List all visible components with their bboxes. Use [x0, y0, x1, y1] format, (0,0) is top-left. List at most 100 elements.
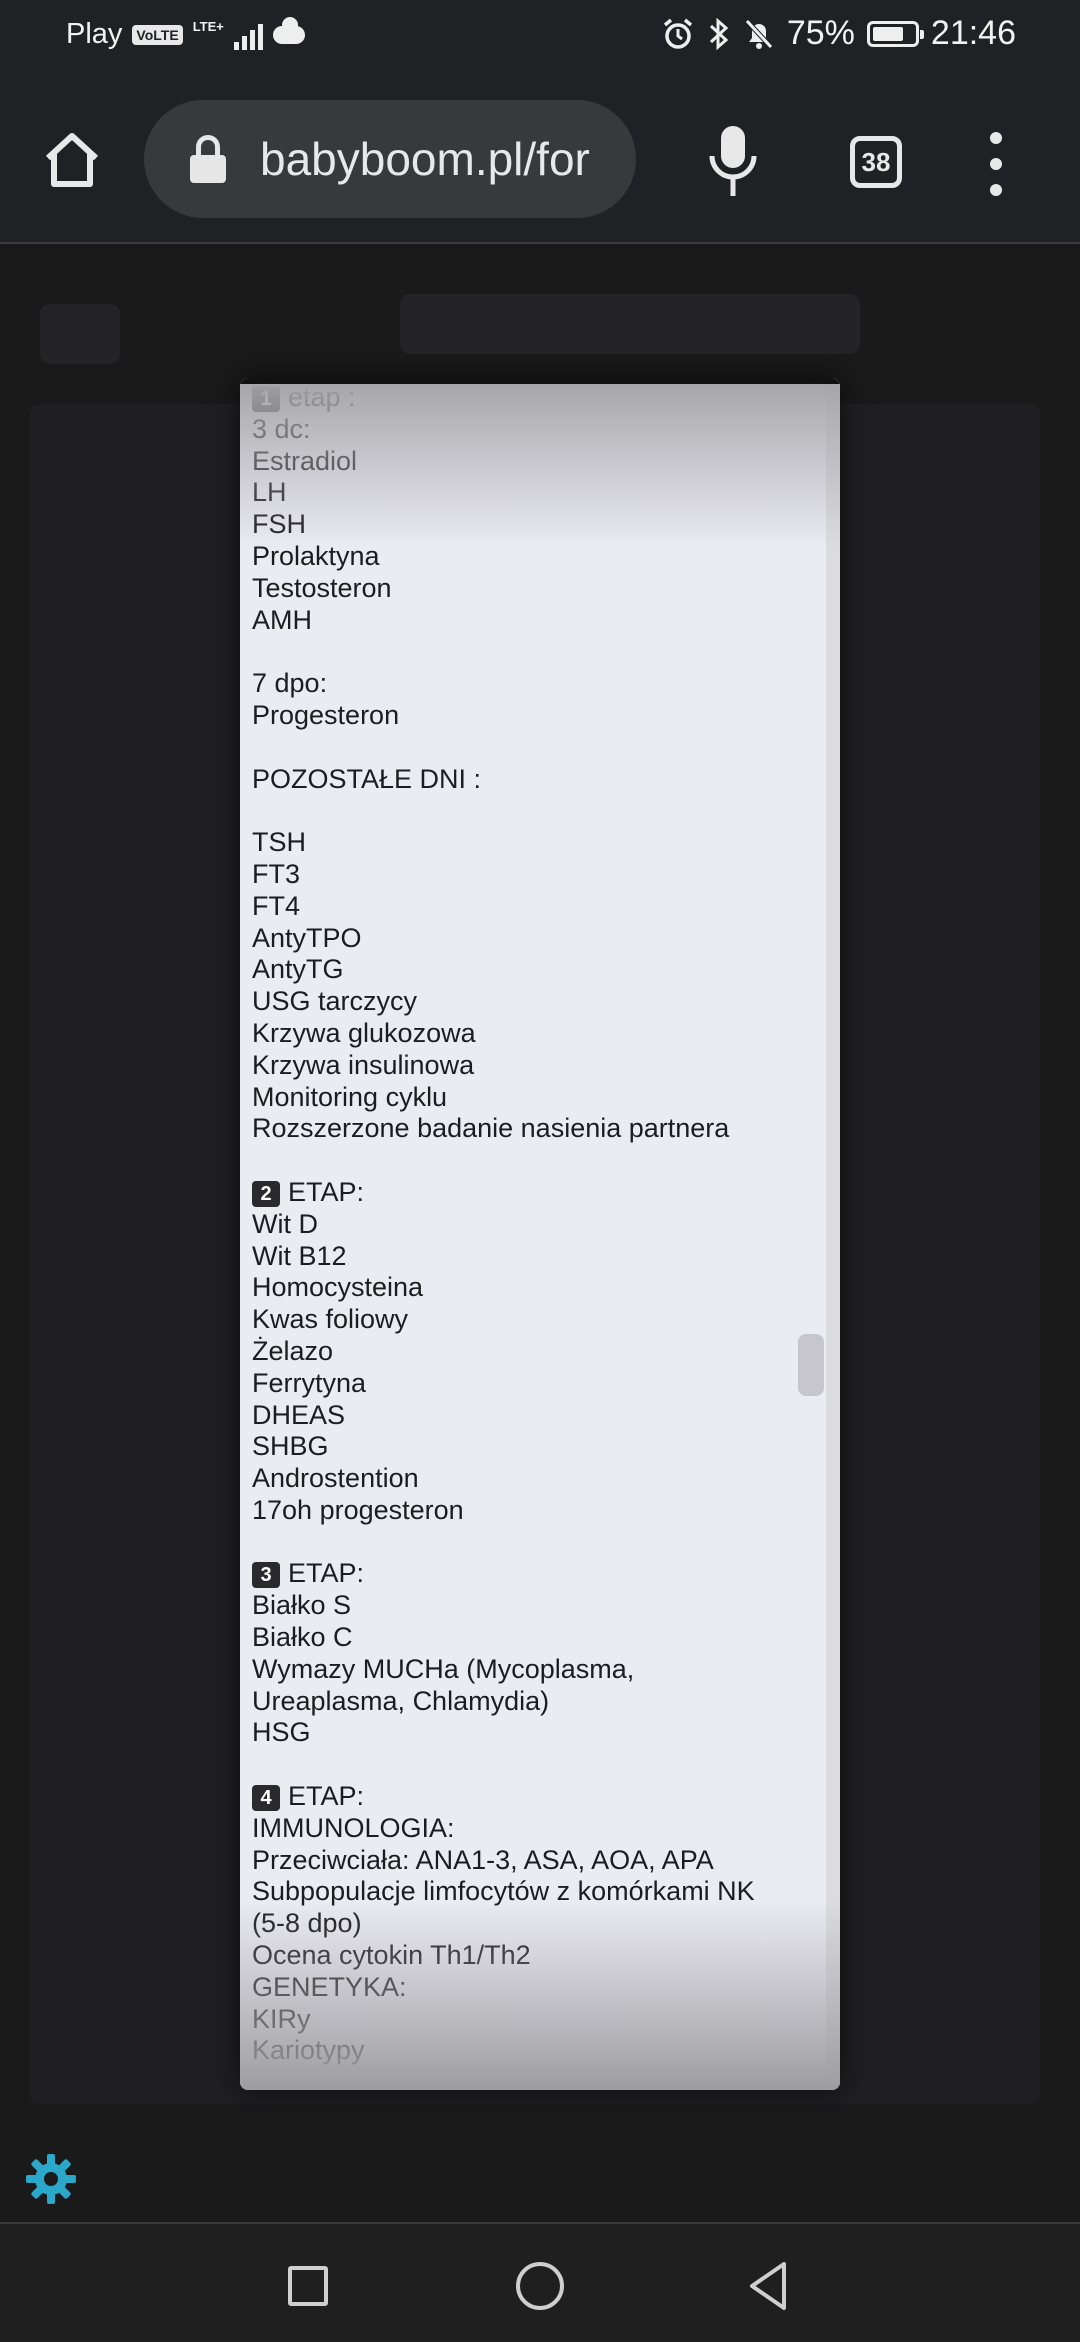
note-line-text: (5-8 dpo) [252, 1908, 362, 1939]
note-content: 1 etap :3 dc: Estradiol LH FSH Prolaktyna Test… [252, 382, 812, 2067]
note-line: AMH [252, 605, 812, 637]
note-line: Androstention [252, 1463, 812, 1495]
note-line-text: ETAP: [288, 1176, 365, 1207]
note-line: Krzywa insulinowa [252, 1050, 812, 1082]
note-line: Kariotypy [252, 2035, 812, 2067]
signal-icon [233, 20, 263, 50]
url-text[interactable]: babyboom.pl/for [260, 132, 590, 186]
step-number-badge: 3 [252, 1562, 280, 1589]
note-line-text: Przeciwciała: ANA1-3, ASA, AOA, APA [252, 1844, 714, 1875]
note-line: 3 dc: [252, 414, 812, 446]
ghost-block [40, 304, 120, 364]
battery-percent: 75% [786, 14, 855, 52]
note-line: 7 dpo: [252, 668, 812, 700]
note-line: POZOSTAŁE DNI : [252, 764, 812, 796]
note-line-text: Ureaplasma, Chlamydia) [252, 1685, 550, 1716]
carrier-label: Play [66, 18, 123, 50]
note-line-text: AntyTPO [252, 922, 362, 953]
note-line-text: Krzywa glukozowa [252, 1017, 476, 1048]
note-line: Wit D [252, 1209, 812, 1241]
system-nav-bar [0, 2222, 1080, 2342]
note-line: FT3 [252, 859, 812, 891]
note-line-text: 3 dc: [252, 413, 311, 444]
note-line-text: POZOSTAŁE DNI : [252, 763, 482, 794]
note-line: Homocysteina [252, 1272, 812, 1304]
note-line: 1 etap : [252, 382, 812, 414]
note-line-text: 17oh progesteron [252, 1494, 464, 1525]
note-line-text: Rozszerzone badanie nasienia partnera [252, 1113, 730, 1144]
note-line-text: GENETYKA: [252, 1971, 407, 2002]
ghost-block [400, 294, 860, 354]
note-line: LH [252, 477, 812, 509]
note-line-text: TSH [252, 827, 306, 858]
home-button[interactable] [516, 2262, 564, 2310]
note-line: Monitoring cyklu [252, 1082, 812, 1114]
note-line: Subpopulacje limfocytów z komórkami NK [252, 1876, 812, 1908]
note-line-text: FT3 [252, 858, 301, 889]
note-line-text: Subpopulacje limfocytów z komórkami NK [252, 1876, 755, 1907]
notifications-off-icon [745, 18, 773, 49]
note-line: 3 ETAP: [252, 1558, 812, 1590]
tab-switcher-button[interactable]: 38 [850, 136, 902, 188]
note-line: Progesteron [252, 700, 812, 732]
note-line: Kwas foliowy [252, 1304, 812, 1336]
address-bar[interactable]: babyboom.pl/for [144, 100, 636, 218]
note-line: TSH [252, 827, 812, 859]
note-line-text: Wit B12 [252, 1240, 347, 1271]
note-line-text: Białko C [252, 1622, 353, 1653]
image-viewer[interactable]: 1 etap :3 dc: Estradiol LH FSH Prolaktyna Test… [240, 378, 840, 2090]
note-line-text: Prolaktyna [252, 540, 380, 571]
clock: 21:46 [930, 14, 1016, 52]
note-line: AntyTPO [252, 923, 812, 955]
note-line: Żelazo [252, 1336, 812, 1368]
status-bar: Play VoLTE LTE+ 75% 21:46 [0, 0, 1080, 76]
note-line-text: Ferrytyna [252, 1367, 367, 1398]
home-icon[interactable] [40, 128, 104, 192]
microphone-icon[interactable] [706, 124, 760, 200]
note-line-text: KIRy [252, 2003, 311, 2034]
note-blank-line [252, 732, 812, 764]
volte-badge: VoLTE [132, 24, 183, 45]
step-number-badge: 2 [252, 1180, 280, 1207]
note-line: Krzywa glukozowa [252, 1018, 812, 1050]
note-line-text: Estradiol [252, 445, 358, 476]
note-line: Białko C [252, 1622, 812, 1654]
viewer-edge-strip [826, 378, 840, 2090]
note-line: Testosteron [252, 573, 812, 605]
note-line: AntyTG [252, 954, 812, 986]
battery-icon [866, 20, 924, 47]
network-type-label: LTE+ [192, 19, 224, 34]
note-line: Wit B12 [252, 1241, 812, 1273]
note-line-text: Homocysteina [252, 1272, 424, 1303]
note-line: SHBG [252, 1431, 812, 1463]
note-line-text: ETAP: [288, 1781, 365, 1812]
note-line-text: Białko S [252, 1590, 352, 1621]
more-vert-icon[interactable] [984, 132, 1008, 196]
viewer-top-edge [240, 378, 840, 384]
note-line-text: Wit D [252, 1208, 318, 1239]
note-line: FSH [252, 509, 812, 541]
back-button[interactable] [746, 2260, 790, 2312]
cloud-icon [272, 16, 305, 44]
status-left: Play VoLTE LTE+ [66, 16, 305, 51]
note-blank-line [252, 795, 812, 827]
note-line: 17oh progesteron [252, 1495, 812, 1527]
browser-toolbar: babyboom.pl/for 38 [0, 76, 1080, 244]
note-line: (5-8 dpo) [252, 1908, 812, 1940]
recents-button[interactable] [288, 2266, 328, 2306]
status-right: 75% 21:46 [661, 14, 1016, 53]
note-line: Ferrytyna [252, 1368, 812, 1400]
gear-icon[interactable] [24, 2152, 78, 2206]
note-line-text: USG tarczycy [252, 986, 418, 1017]
bluetooth-icon [709, 17, 729, 50]
note-blank-line [252, 1749, 812, 1781]
note-line-text: SHBG [252, 1431, 329, 1462]
step-number-badge: 1 [252, 386, 280, 412]
scroll-handle[interactable] [798, 1334, 824, 1396]
note-line-text: Progesteron [252, 699, 400, 730]
lock-icon[interactable] [188, 135, 228, 183]
note-line: IMMUNOLOGIA: [252, 1813, 812, 1845]
note-line-text: Krzywa insulinowa [252, 1049, 475, 1080]
note-line: GENETYKA: [252, 1972, 812, 2004]
note-line: HSG [252, 1717, 812, 1749]
